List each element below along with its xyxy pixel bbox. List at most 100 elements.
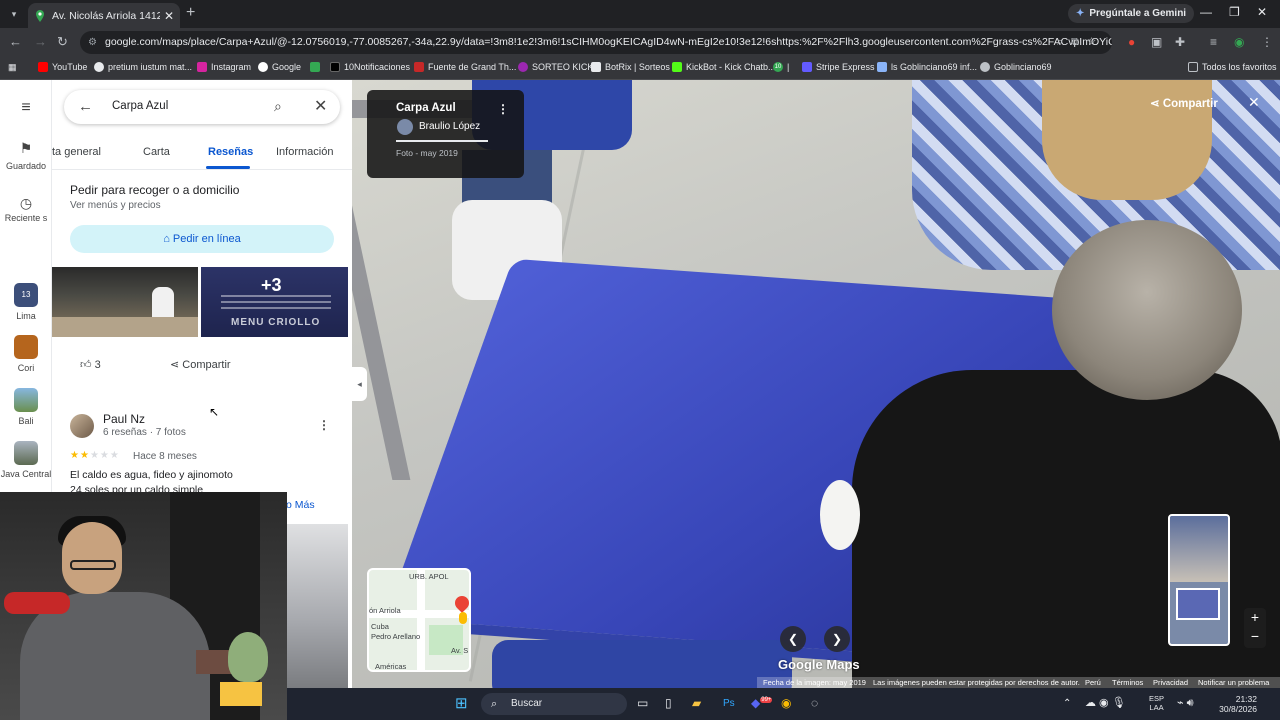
collapse-panel-button[interactable]: ◂ [352,367,367,401]
tab-reviews[interactable]: Reseñas [208,146,253,158]
photo-options-icon[interactable]: ⋮ [497,102,509,116]
order-online-button[interactable]: ⌂ Pedir en línea [70,225,334,253]
back-arrow-icon[interactable]: ← [78,98,93,115]
new-tab-button[interactable]: + [186,4,195,22]
bookmark-notificaciones[interactable]: 10Notificaciones [330,62,410,72]
discord-icon[interactable]: ◆99+ [751,696,773,710]
bookmark-youtube[interactable]: YouTube [38,62,87,72]
profile-avatar[interactable]: ◉ [1234,35,1244,49]
photo-author[interactable]: Braulio López [419,121,480,132]
review-options-icon[interactable]: ⋮ [318,418,330,432]
reviewer-avatar[interactable] [70,414,94,438]
bookmark-goblin[interactable]: Goblinciano69 [980,62,1052,72]
thumbs-up-icon: 👍︎ [80,359,95,371]
address-bar[interactable]: ⚙ google.com/maps/place/Carpa+Azul/@-12.… [80,31,1112,54]
extension-record-icon[interactable]: ● [1128,35,1135,49]
minimap[interactable]: URB. APOL ón Arriola Cuba Pedro Arellano… [367,568,471,672]
footer-terms[interactable]: Términos [1112,678,1143,687]
clock[interactable]: 21:32 30/8/2026 [1211,694,1257,714]
menu-hamburger-icon[interactable]: ≡ [0,99,52,121]
omnibox-actions[interactable]: ⌕⧉☆ [1057,31,1104,54]
chrome-icon[interactable]: ◉ [781,696,791,710]
active-tab-indicator [206,166,250,169]
window-close-icon[interactable]: ✕ [1257,5,1267,19]
photo-place-title[interactable]: Carpa Azul [396,102,456,114]
bookmark-pretium[interactable]: pretium iustum mat... [94,62,192,72]
tab-overview[interactable]: ta general [52,146,101,158]
author-avatar[interactable] [397,119,413,135]
back-icon[interactable]: ← [9,35,22,49]
extension-icon[interactable]: ▣ [1151,35,1162,49]
bookmark-unnamed[interactable] [310,62,324,72]
bookmark-google[interactable]: Google [258,62,301,72]
apps-grid-icon[interactable]: ▦ [8,62,17,73]
footer-country[interactable]: Perú [1085,678,1101,687]
bookmark-goblin-info[interactable]: ls Goblinciano69 inf... [877,62,977,72]
site-info-icon[interactable]: ⚙ [88,31,97,54]
taskbar-search[interactable]: ⌕ Buscar [481,693,627,715]
app-icon-2[interactable]: ◌ [811,696,818,710]
footer-privacy[interactable]: Privacidad [1153,678,1188,687]
task-view-icon[interactable]: ▭ [637,696,648,710]
app-icon[interactable]: ▯ [665,696,672,710]
rail-place-lima[interactable]: 13 Lima [0,283,52,321]
search-box[interactable]: ← Carpa Azul ⌕ ✕ [64,90,340,124]
search-input[interactable]: Carpa Azul [112,100,168,112]
menu-kebab-icon[interactable]: ⋮ [1261,35,1273,49]
bookmark-sorteo[interactable]: SORTEO KICK [518,62,593,72]
minimize-icon[interactable]: — [1200,5,1212,19]
streetview-close-icon[interactable]: ✕ [1248,94,1260,111]
rail-place-bali[interactable]: Bali [0,388,52,426]
bookmark-stripe[interactable]: Stripe Express [802,62,875,72]
extensions-puzzle-icon[interactable]: ✚ [1175,35,1185,49]
share-review-button[interactable]: ⋖ Compartir [170,358,231,371]
reviewer-name[interactable]: Paul Nz [103,412,145,426]
streetview-share-button[interactable]: ⋖ Compartir [1150,96,1218,110]
clear-search-icon[interactable]: ✕ [314,96,327,116]
rail-place-cori[interactable]: Cori [0,335,52,373]
review-photo-kitchen[interactable] [52,267,198,337]
keyboard-language[interactable]: ESP LAA [1149,694,1164,712]
restore-icon[interactable]: ❐ [1229,5,1240,19]
rail-recent[interactable]: ◷ Reciente s [0,196,52,224]
photoshop-icon[interactable]: Ps [723,698,735,709]
pegman-icon[interactable] [459,612,467,624]
network-volume-icons[interactable]: ⌁ 🔊︎ [1177,696,1194,710]
zoom-out-icon[interactable]: − [1244,627,1266,646]
reload-icon[interactable]: ↻ [57,35,68,49]
bookmark-botrix[interactable]: BotRix | Sorteos [591,62,670,72]
google-maps-logo: Google Maps [778,657,860,672]
photo-thumbnail-strip[interactable] [1168,514,1230,646]
previous-photo-button[interactable]: ❮ [780,626,806,652]
zoom-controls[interactable]: + − [1244,608,1266,648]
rail-saved[interactable]: ⚑ Guardado [0,140,52,171]
next-photo-button[interactable]: ❯ [824,626,850,652]
tab-menu[interactable]: Carta [143,146,170,158]
review-more-link[interactable]: o Más [286,499,315,511]
forward-icon[interactable]: → [34,35,47,49]
gemini-icon: ✦ [1076,8,1085,19]
tab-search-icon[interactable]: ▾ [6,6,22,22]
browser-tab[interactable]: Av. Nicolás Arriola 1412, San Lu ✕ [28,3,180,28]
gemini-button[interactable]: ✦ Pregúntale a Gemini [1068,4,1195,23]
zoom-in-icon[interactable]: + [1244,608,1266,627]
order-subtitle: Ver menús y precios [70,200,161,211]
rail-place-java[interactable]: Java Central [0,441,52,480]
tray-chevron-icon[interactable]: ⌃ [1063,698,1071,709]
media-icon[interactable]: ≡ [1210,35,1217,49]
tray-icons[interactable]: ☁ ◉ 🎙︎ [1085,696,1126,709]
footer-report[interactable]: Notificar un problema [1198,678,1269,687]
windows-start-icon[interactable]: ⊞ [455,694,468,712]
file-explorer-icon[interactable]: ▰ [692,696,701,710]
bookmark-fuente[interactable]: Fuente de Grand Th... [414,62,516,72]
bookmark-ten[interactable]: 10 | [773,62,789,72]
like-button[interactable]: 👍︎ 3 [80,358,101,371]
all-favorites[interactable]: Todos los favoritos [1188,62,1277,72]
bookmark-kickbot[interactable]: KickBot - Kick Chatb... [672,62,776,72]
bookmark-instagram[interactable]: Instagram [197,62,251,72]
tab-information[interactable]: Información [276,146,333,158]
search-icon[interactable]: ⌕ [274,98,282,115]
review-photo-dish[interactable] [286,524,348,688]
tab-close-icon[interactable]: ✕ [164,9,174,23]
review-photo-menu[interactable]: +3 MENU CRIOLLO [201,267,348,337]
